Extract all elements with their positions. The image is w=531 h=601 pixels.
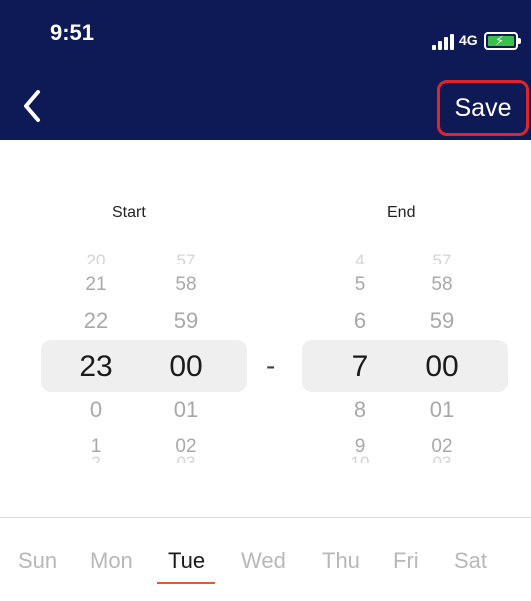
- picker-selected-value[interactable]: 00: [402, 350, 482, 384]
- end-hour-picker[interactable]: 4 5 6 7 8 9 10: [320, 250, 400, 463]
- selected-day-indicator: [157, 582, 215, 584]
- picker-selected-value[interactable]: 7: [320, 350, 400, 384]
- picker-option[interactable]: 22: [56, 308, 136, 334]
- day-tab-wed[interactable]: Wed: [241, 548, 286, 574]
- picker-option[interactable]: 59: [146, 308, 226, 334]
- network-type: 4G: [459, 32, 478, 48]
- picker-option[interactable]: 58: [146, 274, 226, 296]
- end-label: End: [387, 204, 416, 221]
- save-button[interactable]: Save: [437, 80, 529, 136]
- picker-option[interactable]: 58: [402, 274, 482, 296]
- picker-option[interactable]: 01: [146, 397, 226, 423]
- status-time: 9:51: [50, 20, 95, 45]
- chevron-left-icon: [24, 90, 40, 122]
- picker-option[interactable]: 21: [56, 274, 136, 296]
- divider: [0, 517, 531, 518]
- save-button-label: Save: [454, 93, 512, 122]
- day-tab-tue[interactable]: Tue: [168, 548, 205, 574]
- start-minute-picker[interactable]: 57 58 59 00 01 02 03: [146, 250, 226, 463]
- picker-selected-value[interactable]: 00: [146, 350, 226, 384]
- day-selector: Sun Mon Tue Wed Thu Fri Sat: [0, 548, 531, 588]
- picker-option[interactable]: 03: [146, 455, 226, 463]
- day-tab-fri[interactable]: Fri: [393, 548, 419, 574]
- picker-option[interactable]: 59: [402, 308, 482, 334]
- picker-option[interactable]: 01: [402, 397, 482, 423]
- day-tab-sat[interactable]: Sat: [454, 548, 487, 574]
- signal-icon: [432, 34, 454, 50]
- picker-option[interactable]: 10: [320, 455, 400, 463]
- day-tab-mon[interactable]: Mon: [90, 548, 133, 574]
- picker-option[interactable]: 8: [320, 397, 400, 423]
- picker-option[interactable]: 2: [56, 455, 136, 463]
- picker-option[interactable]: 57: [402, 250, 482, 264]
- range-separator: -: [266, 350, 276, 381]
- picker-option[interactable]: 6: [320, 308, 400, 334]
- picker-selected-value[interactable]: 23: [56, 350, 136, 384]
- day-tab-sun[interactable]: Sun: [18, 548, 57, 574]
- picker-option[interactable]: 0: [56, 397, 136, 423]
- picker-option[interactable]: 4: [320, 250, 400, 264]
- status-bar: 9:51 4G ⚡: [0, 0, 531, 64]
- battery-icon: ⚡: [484, 32, 521, 50]
- picker-option[interactable]: 03: [402, 455, 482, 463]
- picker-option[interactable]: 57: [146, 250, 226, 264]
- picker-option[interactable]: 5: [320, 274, 400, 296]
- start-hour-picker[interactable]: 20 21 22 23 0 1 2: [56, 250, 136, 463]
- picker-option[interactable]: 20: [56, 250, 136, 264]
- end-minute-picker[interactable]: 57 58 59 00 01 02 03: [402, 250, 482, 463]
- start-label: Start: [112, 204, 146, 221]
- day-tab-thu[interactable]: Thu: [322, 548, 360, 574]
- back-button[interactable]: [18, 86, 48, 126]
- header-bar: 9:51 4G ⚡ Save: [0, 0, 531, 140]
